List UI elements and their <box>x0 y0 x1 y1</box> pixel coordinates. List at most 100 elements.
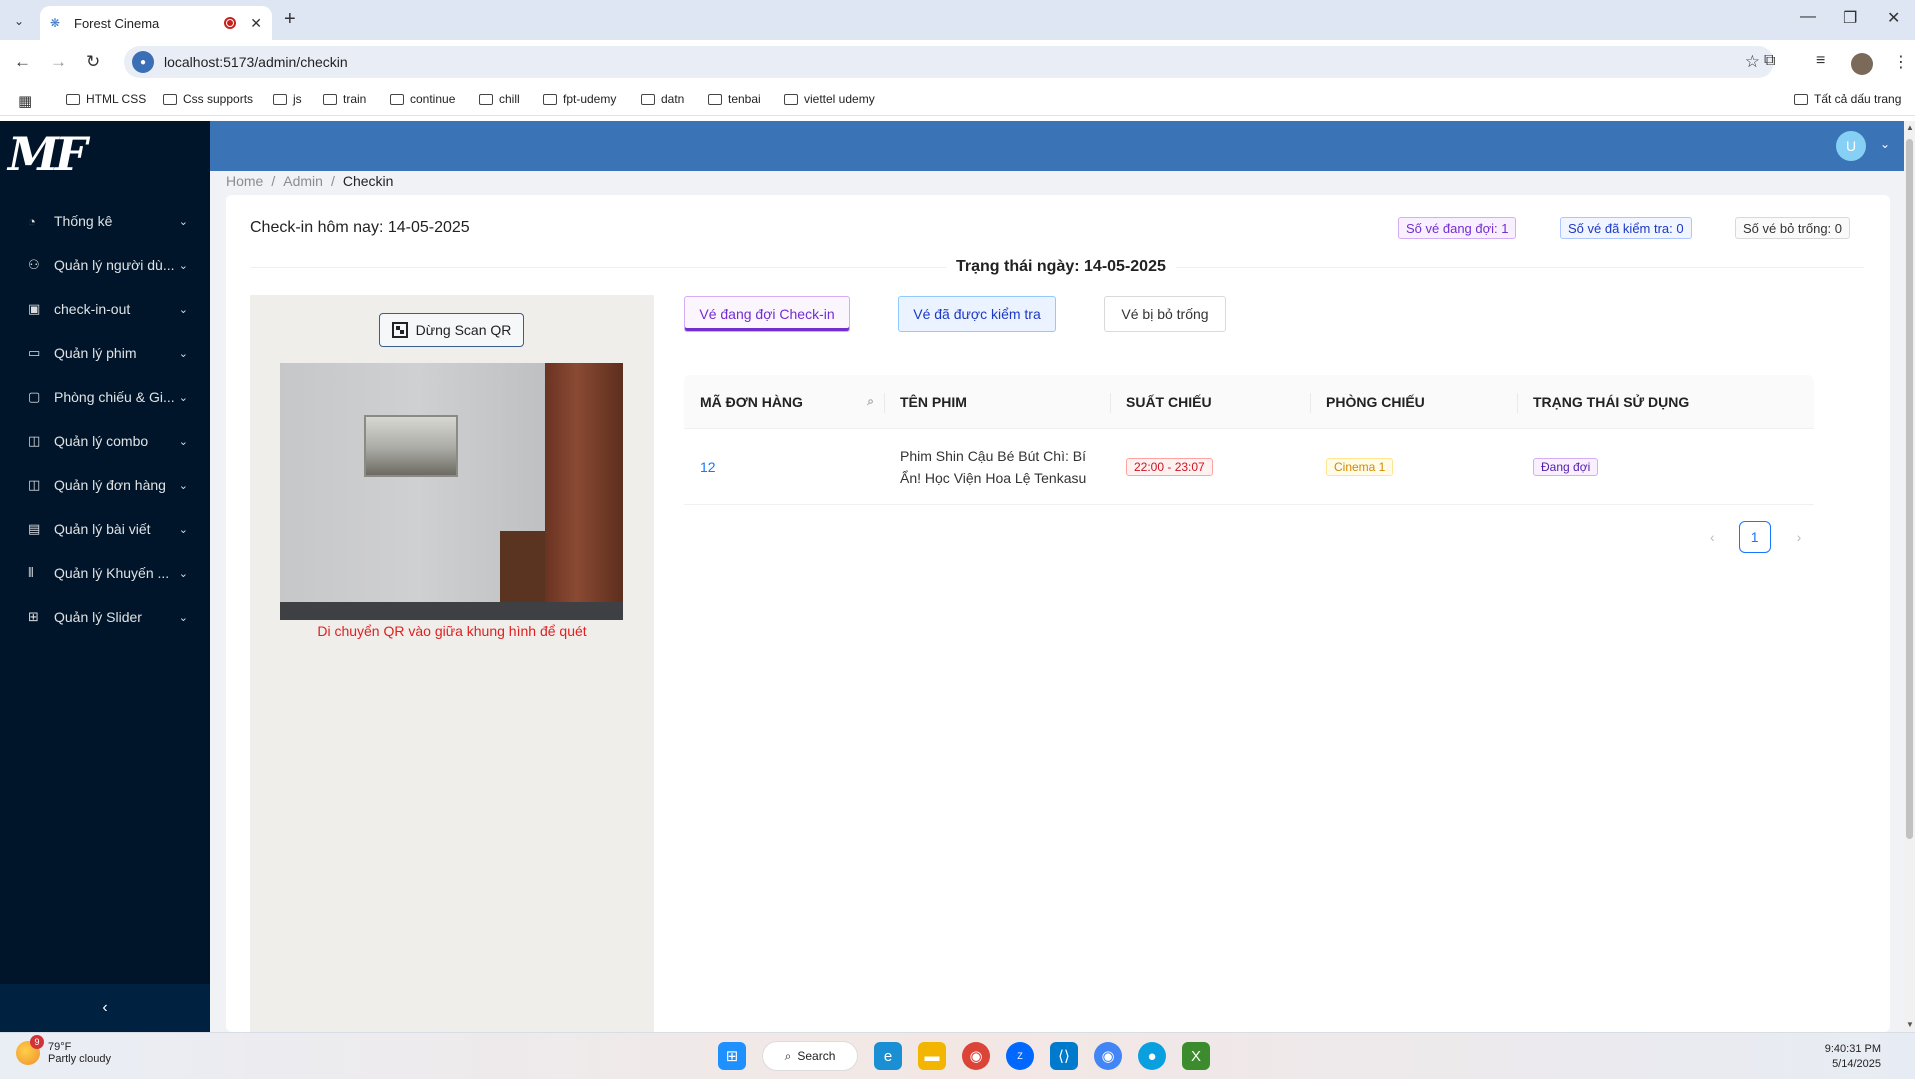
scroll-down-icon[interactable]: ▼ <box>1906 1020 1914 1029</box>
profile-avatar[interactable] <box>1851 53 1873 75</box>
media-controls-icon[interactable]: ≡ <box>1816 52 1825 70</box>
windows-start-icon[interactable]: ⊞ <box>718 1042 746 1070</box>
file-icon: ▤ <box>28 521 41 536</box>
new-tab-icon[interactable]: + <box>284 8 296 31</box>
folder-icon <box>66 93 80 105</box>
chevron-down-icon: ⌄ <box>178 523 188 536</box>
appstore-icon: ⊞ <box>28 609 39 624</box>
minimize-icon[interactable]: — <box>1800 8 1816 26</box>
tab-empty[interactable]: Vé bị bỏ trống <box>1104 296 1226 332</box>
address-bar: ← → ↻ ● localhost:5173/admin/checkin ☆ ⧉… <box>0 40 1915 84</box>
tab-checked[interactable]: Vé đã được kiểm tra <box>898 296 1056 332</box>
chrome-icon[interactable]: ◉ <box>962 1042 990 1070</box>
bookmark-item[interactable]: tenbai <box>708 92 761 106</box>
close-tab-icon[interactable]: ✕ <box>250 15 262 32</box>
chevron-down-icon[interactable]: ⌄ <box>1880 137 1890 151</box>
folder-icon <box>784 93 798 105</box>
desktop-icon: ▢ <box>28 389 41 404</box>
bookmark-item[interactable]: viettel udemy <box>784 92 875 106</box>
folder-icon <box>543 93 557 105</box>
tab-title: Forest Cinema <box>74 15 160 31</box>
edge-icon[interactable]: e <box>874 1042 902 1070</box>
page-scrollbar[interactable] <box>1904 121 1915 1032</box>
avatar[interactable]: U <box>1836 131 1866 161</box>
prev-page-icon[interactable]: ‹ <box>1710 529 1715 545</box>
scroll-up-icon[interactable]: ▲ <box>1906 123 1914 132</box>
status-cell: Đang đợi <box>1517 457 1814 476</box>
restore-icon[interactable]: ❐ <box>1843 8 1857 28</box>
brand-logo[interactable]: MF <box>8 127 88 181</box>
chevron-down-icon: ⌄ <box>178 567 188 580</box>
bookmark-item[interactable]: train <box>323 92 366 106</box>
zalo-icon[interactable]: Z <box>1006 1042 1034 1070</box>
breadcrumb-admin[interactable]: Admin <box>283 173 323 189</box>
chrome-profile-icon[interactable]: ◉ <box>1094 1042 1122 1070</box>
chevron-down-icon: ⌄ <box>178 347 188 360</box>
pagination: ‹ 1 › <box>1710 521 1801 553</box>
weather-widget[interactable]: 9 79°F Partly cloudy <box>16 1035 111 1065</box>
page-title: Check-in hôm nay: 14-05-2025 <box>250 219 470 236</box>
taskbar-search[interactable]: ⌕ Search <box>762 1041 858 1071</box>
bookmark-item[interactable]: chill <box>479 92 520 106</box>
back-icon[interactable]: ← <box>14 52 31 72</box>
url-input[interactable]: ● localhost:5173/admin/checkin ☆ <box>124 46 1774 78</box>
collapse-sidebar-button[interactable]: ‹ <box>0 984 210 1032</box>
clock-date: 5/14/2025 <box>1832 1058 1881 1070</box>
folder-icon <box>273 93 287 105</box>
table-header: MÃ ĐƠN HÀNG ⌕ TÊN PHIM SUẤT CHIẾU PHÒNG … <box>684 375 1814 429</box>
bookmark-item[interactable]: Css supports <box>163 92 253 106</box>
folder-icon <box>390 93 404 105</box>
site-camera-icon[interactable]: ● <box>132 51 154 73</box>
file-explorer-icon[interactable]: ▬ <box>918 1042 946 1070</box>
page-number[interactable]: 1 <box>1738 521 1771 553</box>
close-window-icon[interactable]: ✕ <box>1887 8 1900 28</box>
folder-icon <box>1794 93 1808 105</box>
sidebar-item-checkin[interactable]: ▣ check-in-out ⌄ <box>0 287 210 331</box>
column-movie: TÊN PHIM <box>884 375 1110 429</box>
app-icon[interactable]: ● <box>1138 1042 1166 1070</box>
sidebar-item-rooms[interactable]: ▢ Phòng chiếu & Gi... ⌄ <box>0 375 210 419</box>
forward-icon[interactable]: → <box>50 52 67 72</box>
app-icon[interactable]: X <box>1182 1042 1210 1070</box>
stop-scan-button[interactable]: Dừng Scan QR <box>379 313 524 347</box>
sidebar-item-posts[interactable]: ▤ Quản lý bài viết ⌄ <box>0 507 210 551</box>
clock-time: 9:40:31 PM <box>1824 1043 1881 1055</box>
next-page-icon[interactable]: › <box>1797 529 1802 545</box>
bookmark-star-icon[interactable]: ☆ <box>1745 52 1760 72</box>
sidebar-item-slider[interactable]: ⊞ Quản lý Slider ⌄ <box>0 595 210 639</box>
tab-search-icon[interactable]: ⌄ <box>8 10 30 32</box>
camera-frame-detail <box>545 363 623 620</box>
tab-waiting-checkin[interactable]: Vé đang đợi Check-in <box>684 296 850 332</box>
browser-tab[interactable]: ❋ Forest Cinema ✕ <box>40 6 272 40</box>
all-bookmarks[interactable]: Tất cả dấu trang <box>1794 92 1901 106</box>
bookmark-item[interactable]: datn <box>641 92 684 106</box>
sidebar-item-users[interactable]: ⚇ Quản lý người dù... ⌄ <box>0 243 210 287</box>
sidebar-item-thong-ke[interactable]: ◔ Thống kê ⌄ <box>0 199 210 243</box>
system-clock[interactable]: 9:40:31 PM 5/14/2025 <box>1825 1042 1881 1072</box>
folder-icon <box>323 93 337 105</box>
sidebar-item-movies[interactable]: ▭ Quản lý phim ⌄ <box>0 331 210 375</box>
camera-frame-detail <box>364 415 458 477</box>
folder-icon <box>479 93 493 105</box>
vscode-icon[interactable]: ⟨⟩ <box>1050 1042 1078 1070</box>
bookmark-item[interactable]: js <box>273 92 302 106</box>
sidebar-item-orders[interactable]: ◫ Quản lý đơn hàng ⌄ <box>0 463 210 507</box>
extensions-icon[interactable]: ⧉ <box>1764 52 1775 70</box>
search-icon[interactable]: ⌕ <box>867 394 874 409</box>
dashboard-icon: ◔ <box>28 213 36 229</box>
breadcrumb-home[interactable]: Home <box>226 173 263 189</box>
menu-kebab-icon[interactable]: ⋮ <box>1893 52 1909 72</box>
os-taskbar: 9 79°F Partly cloudy ⊞ ⌕ Search e ▬ ◉ Z ⟨… <box>0 1032 1915 1079</box>
scrollbar-thumb[interactable] <box>1906 139 1913 839</box>
browser-tab-bar: ⌄ ❋ Forest Cinema ✕ + — ❐ ✕ <box>0 0 1915 40</box>
bookmark-item[interactable]: HTML CSS <box>66 92 146 106</box>
bookmark-item[interactable]: continue <box>390 92 455 106</box>
apps-grid-icon[interactable]: ▦ <box>18 92 32 110</box>
sidebar-item-combo[interactable]: ◫ Quản lý combo ⌄ <box>0 419 210 463</box>
order-id-link[interactable]: 12 <box>684 459 884 475</box>
reload-icon[interactable]: ↻ <box>86 52 100 72</box>
sidebar-item-promotions[interactable]: ⦀ Quản lý Khuyến ... ⌄ <box>0 551 210 595</box>
temperature: 79°F <box>48 1041 72 1053</box>
column-room: PHÒNG CHIẾU <box>1310 375 1517 429</box>
bookmark-item[interactable]: fpt-udemy <box>543 92 616 106</box>
